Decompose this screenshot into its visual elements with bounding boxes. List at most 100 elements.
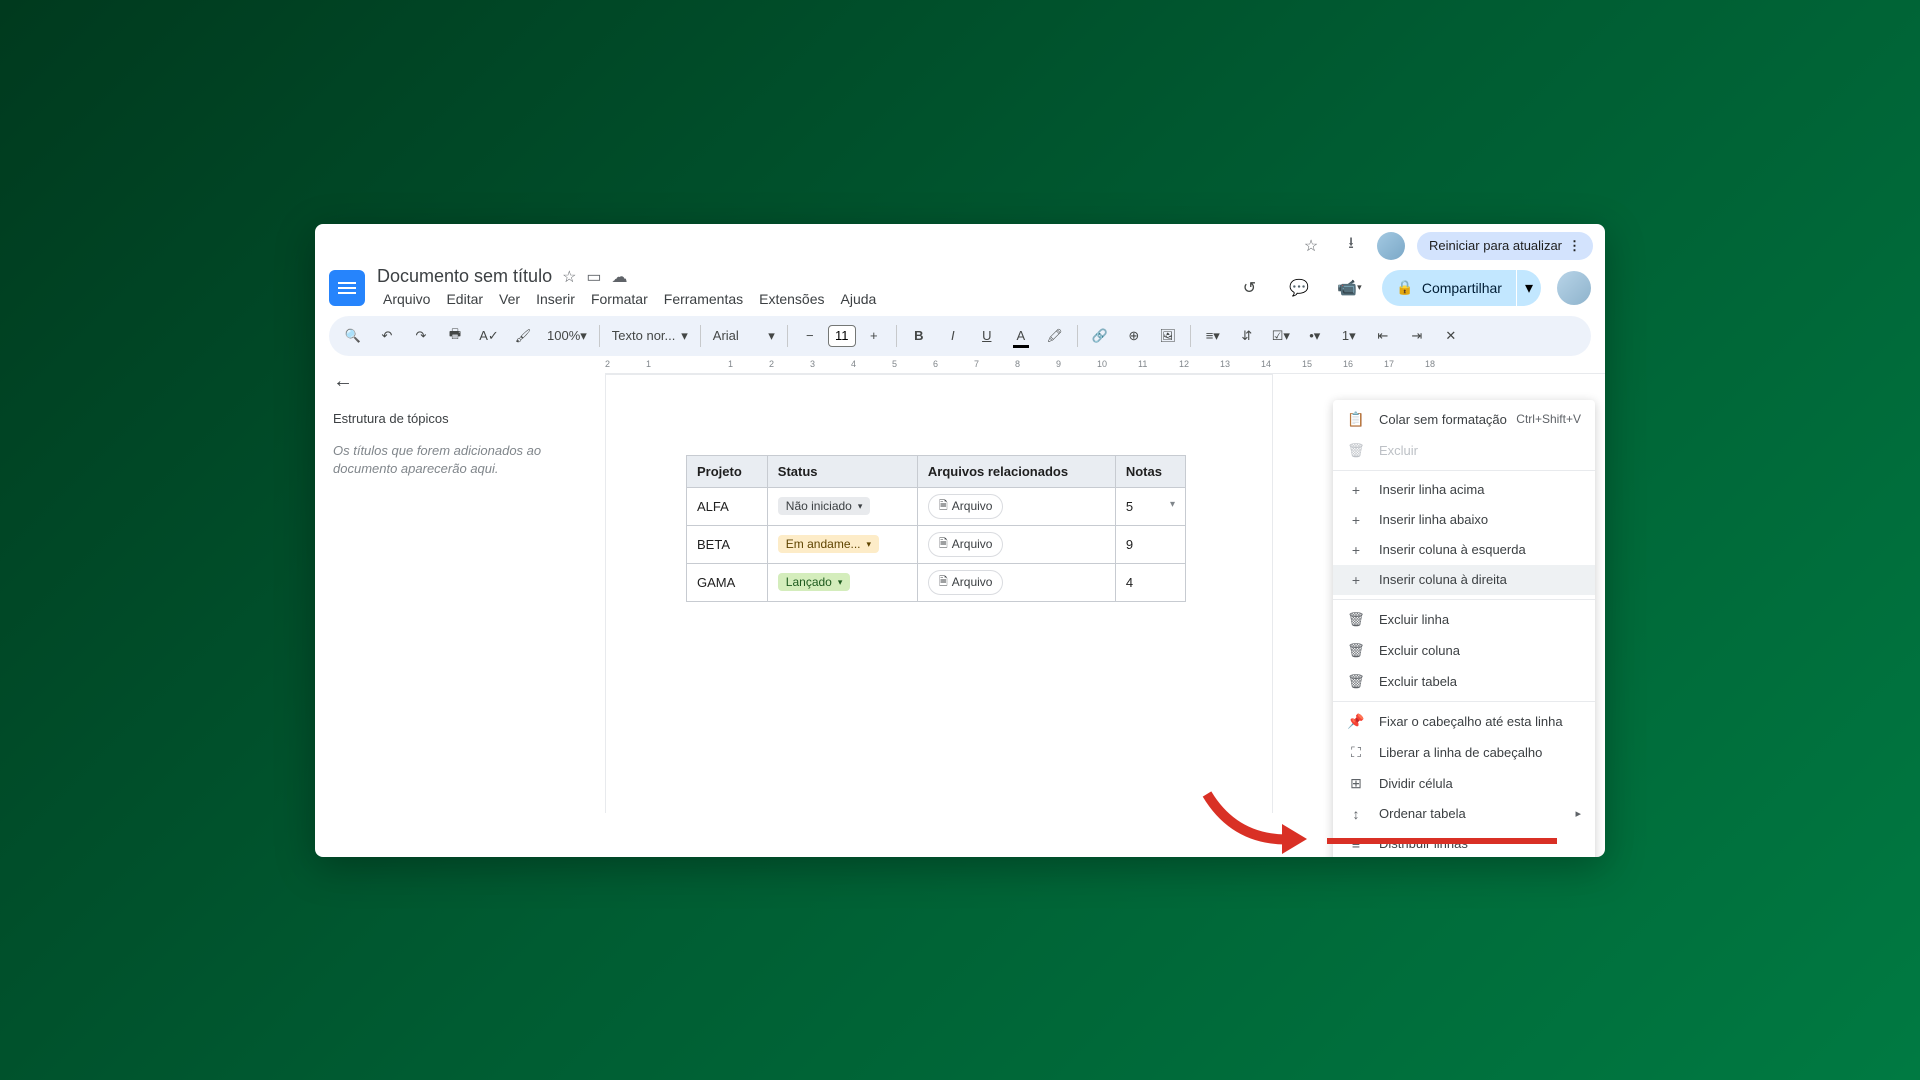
ctx-sort-table[interactable]: ↕Ordenar tabela [1333,799,1595,829]
menu-extensoes[interactable]: Extensões [753,289,830,309]
docs-logo-icon[interactable] [329,270,365,306]
font-increase-icon[interactable]: + [858,320,890,352]
table-row[interactable]: ALFA Não iniciado Arquivo 5▾ [687,487,1186,525]
separator [1333,701,1595,702]
cell-status[interactable]: Lançado [767,563,917,601]
star-outline-icon[interactable]: ☆ [562,267,576,287]
menu-inserir[interactable]: Inserir [530,289,581,309]
ctx-unpin-header[interactable]: ⛶Liberar a linha de cabeçalho [1333,737,1595,768]
status-chip[interactable]: Em andame... [778,535,879,553]
history-icon[interactable]: ↺ [1232,271,1266,305]
table-header[interactable]: Status [767,455,917,487]
font-decrease-icon[interactable]: − [794,320,826,352]
outline-title: Estrutura de tópicos [333,411,587,426]
profile-avatar[interactable] [1557,271,1591,305]
ctx-pin-header[interactable]: 📌Fixar o cabeçalho até esta linha [1333,706,1595,737]
bulleted-list-icon[interactable]: •▾ [1299,320,1331,352]
cell-projeto[interactable]: BETA [687,525,768,563]
ctx-delete: 🗑 Excluir [1333,435,1595,466]
checklist-icon[interactable]: ☑▾ [1265,320,1297,352]
menu-editar[interactable]: Editar [440,289,489,309]
ctx-insert-col-right[interactable]: +Inserir coluna à direita [1333,565,1595,595]
undo-icon[interactable]: ↶ [371,320,403,352]
document-title[interactable]: Documento sem título [377,266,552,287]
redo-icon[interactable]: ↷ [405,320,437,352]
add-comment-icon[interactable]: ⊕ [1118,320,1150,352]
underline-icon[interactable]: U [971,320,1003,352]
clear-format-icon[interactable]: ✕ [1435,320,1467,352]
cloud-icon[interactable]: ☁ [612,267,628,287]
menu-arquivo[interactable]: Arquivo [377,289,436,309]
ctx-delete-table[interactable]: 🗑Excluir tabela [1333,666,1595,697]
indent-increase-icon[interactable]: ⇥ [1401,320,1433,352]
paint-format-icon[interactable]: 🖌 [507,320,539,352]
table-header[interactable]: Arquivos relacionados [917,455,1115,487]
status-chip[interactable]: Lançado [778,573,851,591]
file-chip[interactable]: Arquivo [928,570,1004,595]
highlight-icon[interactable]: 🖍 [1039,320,1071,352]
file-chip[interactable]: Arquivo [928,494,1004,519]
font-select[interactable]: Arial ▾ [707,320,781,352]
font-size-input[interactable] [828,325,856,347]
restart-button[interactable]: Reiniciar para atualizar ⋮ [1417,232,1593,260]
cell-status[interactable]: Em andame... [767,525,917,563]
table-header[interactable]: Notas [1115,455,1185,487]
cell-status[interactable]: Não iniciado [767,487,917,525]
download-icon[interactable]: ⭳ [1337,232,1365,260]
link-icon[interactable]: 🔗 [1084,320,1116,352]
text-color-icon[interactable]: A [1005,320,1037,352]
table-row[interactable]: GAMA Lançado Arquivo 4 [687,563,1186,601]
cell-notas[interactable]: 9 [1115,525,1185,563]
paste-icon: 📋 [1347,411,1365,428]
menu-formatar[interactable]: Formatar [585,289,654,309]
ctx-delete-col[interactable]: 🗑Excluir coluna [1333,635,1595,666]
project-table[interactable]: ProjetoStatusArquivos relacionadosNotas … [686,455,1186,602]
search-icon[interactable]: 🔍 [337,320,369,352]
numbered-list-icon[interactable]: 1▾ [1333,320,1365,352]
cell-arquivo[interactable]: Arquivo [917,525,1115,563]
ctx-paste-plain[interactable]: 📋 Colar sem formatação Ctrl+Shift+V [1333,404,1595,435]
align-icon[interactable]: ≡▾ [1197,320,1229,352]
zoom-select[interactable]: 100% ▾ [541,320,593,352]
trash-icon: 🗑 [1347,611,1365,628]
bold-icon[interactable]: B [903,320,935,352]
ctx-split-cell[interactable]: ⊞Dividir célula [1333,768,1595,799]
ctx-delete-row[interactable]: 🗑Excluir linha [1333,604,1595,635]
table-header[interactable]: Projeto [687,455,768,487]
cell-notas[interactable]: 4 [1115,563,1185,601]
share-label: Compartilhar [1422,280,1502,296]
paragraph-style-select[interactable]: Texto nor... ▾ [606,320,694,352]
ctx-insert-col-left[interactable]: +Inserir coluna à esquerda [1333,535,1595,565]
menu-ferramentas[interactable]: Ferramentas [658,289,749,309]
cell-arquivo[interactable]: Arquivo [917,563,1115,601]
comment-icon[interactable]: 💬 [1282,271,1316,305]
menu-ver[interactable]: Ver [493,289,526,309]
italic-icon[interactable]: I [937,320,969,352]
insert-image-icon[interactable]: 🖼 [1152,320,1184,352]
indent-decrease-icon[interactable]: ⇤ [1367,320,1399,352]
star-icon[interactable]: ☆ [1297,232,1325,260]
status-chip[interactable]: Não iniciado [778,497,871,515]
page[interactable]: ProjetoStatusArquivos relacionadosNotas … [605,374,1273,813]
menu-ajuda[interactable]: Ajuda [835,289,883,309]
cell-dropdown-icon[interactable]: ▾ [1170,499,1175,510]
ctx-insert-row-above[interactable]: +Inserir linha acima [1333,475,1595,505]
share-button[interactable]: 🔒 Compartilhar [1382,270,1516,306]
browser-topbar: ☆ ⭳ Reiniciar para atualizar ⋮ [315,224,1605,268]
spellcheck-icon[interactable]: A✓ [473,320,505,352]
meet-icon[interactable]: 📹▾ [1332,271,1366,305]
file-chip[interactable]: Arquivo [928,532,1004,557]
share-dropdown[interactable]: ▾ [1517,270,1541,306]
line-spacing-icon[interactable]: ⇵ [1231,320,1263,352]
back-arrow-icon[interactable]: ← [333,370,587,393]
cell-projeto[interactable]: GAMA [687,563,768,601]
print-icon[interactable]: 🖶 [439,320,471,352]
move-folder-icon[interactable]: ▭ [586,267,601,287]
cell-notas[interactable]: 5▾ [1115,487,1185,525]
cell-arquivo[interactable]: Arquivo [917,487,1115,525]
cell-projeto[interactable]: ALFA [687,487,768,525]
horizontal-ruler[interactable]: 21123456789101112131415161718 [605,356,1605,374]
ctx-insert-row-below[interactable]: +Inserir linha abaixo [1333,505,1595,535]
table-row[interactable]: BETA Em andame... Arquivo 9 [687,525,1186,563]
profile-avatar-browser[interactable] [1377,232,1405,260]
